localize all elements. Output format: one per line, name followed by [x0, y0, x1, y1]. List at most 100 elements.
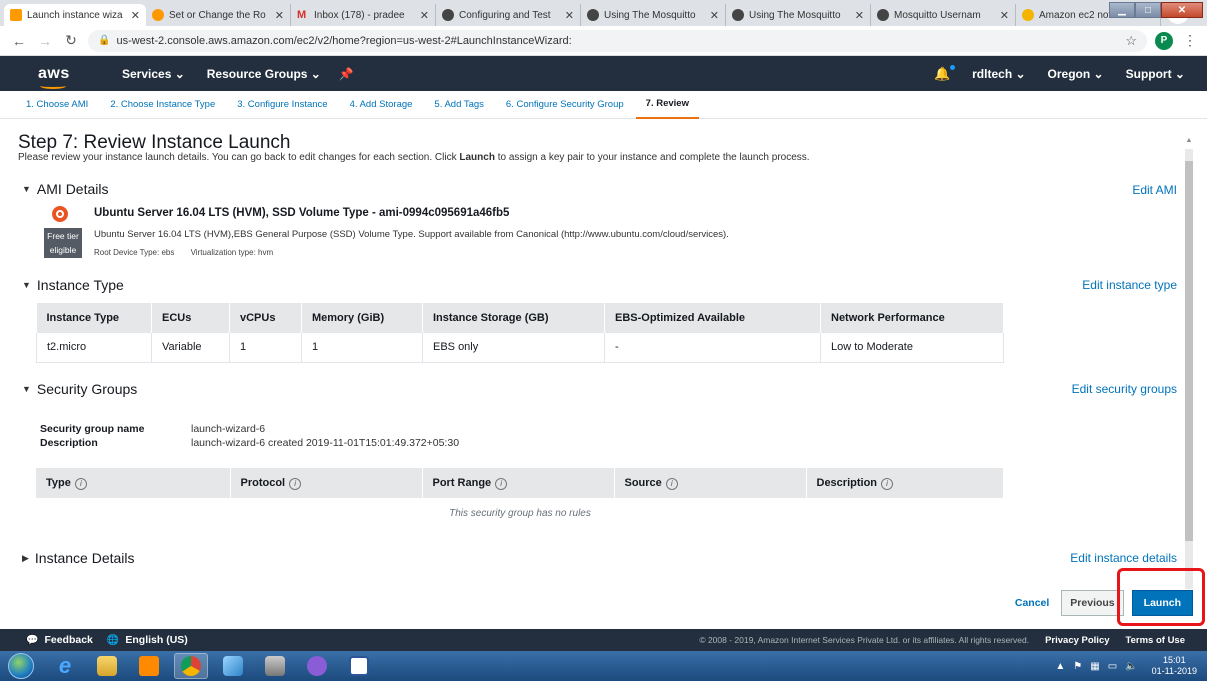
step-choose-ami[interactable]: 1. Choose AMI — [26, 91, 88, 119]
info-icon[interactable]: i — [495, 477, 508, 490]
forward-arrow-icon[interactable]: → — [36, 33, 54, 49]
services-menu[interactable]: Services ⌄ — [122, 67, 185, 81]
bookmark-star-icon[interactable]: ☆ — [1125, 33, 1137, 49]
browser-menu-icon[interactable]: ⋮ — [1183, 32, 1197, 49]
browser-tab-configuring[interactable]: Configuring and Test ✕ — [436, 4, 581, 26]
ami-meta: Root Device Type: ebs Virtualization typ… — [94, 248, 273, 257]
browser-tab-launch-instance[interactable]: Launch instance wiza ✕ — [4, 4, 146, 26]
section-instance-details[interactable]: ▶ Instance Details — [22, 550, 135, 566]
browser-tab-mosquitto-username[interactable]: Mosquitto Usernam ✕ — [871, 4, 1016, 26]
step-configure-instance[interactable]: 3. Configure Instance — [237, 91, 327, 119]
free-tier-line-2: eligible — [49, 245, 77, 255]
language-selector[interactable]: 🌐 English (US) — [107, 634, 188, 646]
section-ami-details[interactable]: ▼ AMI Details — [22, 181, 109, 197]
maximize-icon[interactable]: □ — [1135, 2, 1161, 18]
browser-tab-mosquitto-1[interactable]: Using The Mosquitto ✕ — [581, 4, 726, 26]
close-window-icon[interactable]: ✕ — [1161, 2, 1203, 18]
notepad-icon[interactable] — [216, 653, 250, 679]
tab-close-icon[interactable]: ✕ — [275, 9, 284, 22]
region-menu[interactable]: Oregon ⌄ — [1048, 67, 1104, 81]
step-choose-instance-type[interactable]: 2. Choose Instance Type — [110, 91, 215, 119]
profile-avatar[interactable]: P — [1155, 31, 1173, 50]
info-icon[interactable]: i — [881, 477, 894, 490]
volume-icon[interactable]: 🔈 — [1125, 661, 1137, 672]
edit-instance-details-link[interactable]: Edit instance details — [1070, 551, 1177, 565]
scroll-thumb[interactable] — [1185, 161, 1193, 541]
step-add-storage[interactable]: 4. Add Storage — [350, 91, 413, 119]
section-instance-type[interactable]: ▼ Instance Type — [22, 277, 124, 293]
expanded-triangle-icon: ▼ — [22, 184, 31, 194]
step-add-tags[interactable]: 5. Add Tags — [434, 91, 483, 119]
tab-close-icon[interactable]: ✕ — [131, 9, 140, 22]
reload-icon[interactable]: ↻ — [62, 32, 80, 49]
info-icon[interactable]: i — [74, 477, 87, 490]
edit-security-groups-link[interactable]: Edit security groups — [1072, 382, 1177, 396]
file-explorer-icon[interactable] — [90, 653, 124, 679]
page-title: Step 7: Review Instance Launch — [18, 132, 291, 153]
show-hidden-icons-icon[interactable]: ▲ — [1055, 661, 1065, 672]
url-field[interactable]: 🔒 us-west-2.console.aws.amazon.com/ec2/v… — [88, 29, 1147, 52]
column-header: Instance Storage (GB) — [422, 303, 605, 333]
pin-icon[interactable]: 📌 — [339, 67, 354, 81]
info-icon[interactable]: i — [665, 477, 678, 490]
tab-close-icon[interactable]: ✕ — [565, 9, 574, 22]
minimize-icon[interactable]: ▁ — [1109, 2, 1135, 18]
globe-icon — [732, 9, 744, 21]
section-heading: Security Groups — [36, 381, 138, 397]
instance-type-table: Instance Type ECUs vCPUs Memory (GiB) In… — [36, 303, 1004, 363]
info-icon[interactable]: i — [289, 477, 302, 490]
back-arrow-icon[interactable]: ← — [10, 33, 28, 49]
chrome-icon[interactable] — [174, 653, 208, 679]
terms-of-use-link[interactable]: Terms of Use — [1126, 635, 1185, 646]
section-security-groups[interactable]: ▼ Security Groups — [22, 381, 137, 397]
notification-dot — [950, 64, 956, 70]
ubuntu-logo-icon — [52, 206, 68, 222]
aws-footer: 💬 Feedback 🌐 English (US) © 2008 - 2019, … — [0, 629, 1207, 651]
column-label: Type — [46, 476, 71, 489]
display-icon[interactable]: ▭ — [1108, 661, 1117, 672]
previous-button[interactable]: Previous — [1061, 590, 1124, 616]
privacy-policy-link[interactable]: Privacy Policy — [1045, 635, 1109, 646]
mqtt-app-icon[interactable] — [300, 653, 334, 679]
column-header: Protocol i — [230, 468, 423, 498]
word-icon[interactable] — [342, 653, 376, 679]
tab-close-icon[interactable]: ✕ — [855, 9, 864, 22]
tab-close-icon[interactable]: ✕ — [420, 9, 429, 22]
tab-close-icon[interactable]: ✕ — [710, 9, 719, 22]
aws-logo[interactable]: aws — [38, 64, 82, 89]
step-review[interactable]: 7. Review — [635, 91, 699, 119]
internet-explorer-icon[interactable]: e — [48, 653, 82, 679]
browser-tab-mosquitto-2[interactable]: Using The Mosquitto ✕ — [726, 4, 871, 26]
system-clock[interactable]: 15:01 01-11-2019 — [1152, 655, 1197, 677]
step-configure-security-group[interactable]: 6. Configure Security Group — [506, 91, 624, 119]
remote-desktop-icon[interactable] — [258, 653, 292, 679]
security-group-description-label: Description — [40, 437, 98, 449]
aws-smile-icon — [40, 83, 66, 89]
support-menu[interactable]: Support ⌄ — [1126, 67, 1185, 81]
edit-ami-link[interactable]: Edit AMI — [1132, 183, 1177, 197]
media-player-icon[interactable] — [132, 653, 166, 679]
edit-instance-type-link[interactable]: Edit instance type — [1082, 278, 1177, 292]
feedback-link[interactable]: Feedback — [44, 634, 92, 646]
scrollbar[interactable]: ▲ — [1185, 137, 1193, 589]
flag-icon[interactable]: ⚑ — [1073, 661, 1082, 672]
globe-icon — [442, 9, 454, 21]
network-icon[interactable]: ▦ — [1090, 661, 1099, 672]
speech-bubble-icon: 💬 — [26, 634, 39, 646]
tab-label: Inbox (178) - pradee — [314, 9, 405, 21]
browser-tab-set-or-change[interactable]: Set or Change the Ro ✕ — [146, 4, 291, 26]
cell: Variable — [151, 333, 230, 363]
cancel-button[interactable]: Cancel — [1015, 597, 1049, 609]
browser-tab-inbox[interactable]: M Inbox (178) - pradee ✕ — [291, 4, 436, 26]
scroll-up-icon[interactable]: ▲ — [1185, 137, 1193, 144]
aws-nav-right: 🔔 rdltech ⌄ Oregon ⌄ Support ⌄ — [912, 64, 1185, 82]
resource-groups-menu[interactable]: Resource Groups ⌄ — [207, 67, 321, 81]
tab-close-icon[interactable]: ✕ — [1000, 9, 1009, 22]
account-menu[interactable]: rdltech ⌄ — [972, 67, 1025, 81]
bell-icon[interactable]: 🔔 — [934, 64, 956, 82]
aws-logo-text: aws — [38, 64, 70, 82]
windows-start-icon[interactable] — [8, 653, 34, 679]
column-header: Memory (GiB) — [301, 303, 423, 333]
cell: EBS only — [422, 333, 605, 363]
table-row: t2.micro Variable 1 1 EBS only - Low to … — [36, 333, 1004, 363]
